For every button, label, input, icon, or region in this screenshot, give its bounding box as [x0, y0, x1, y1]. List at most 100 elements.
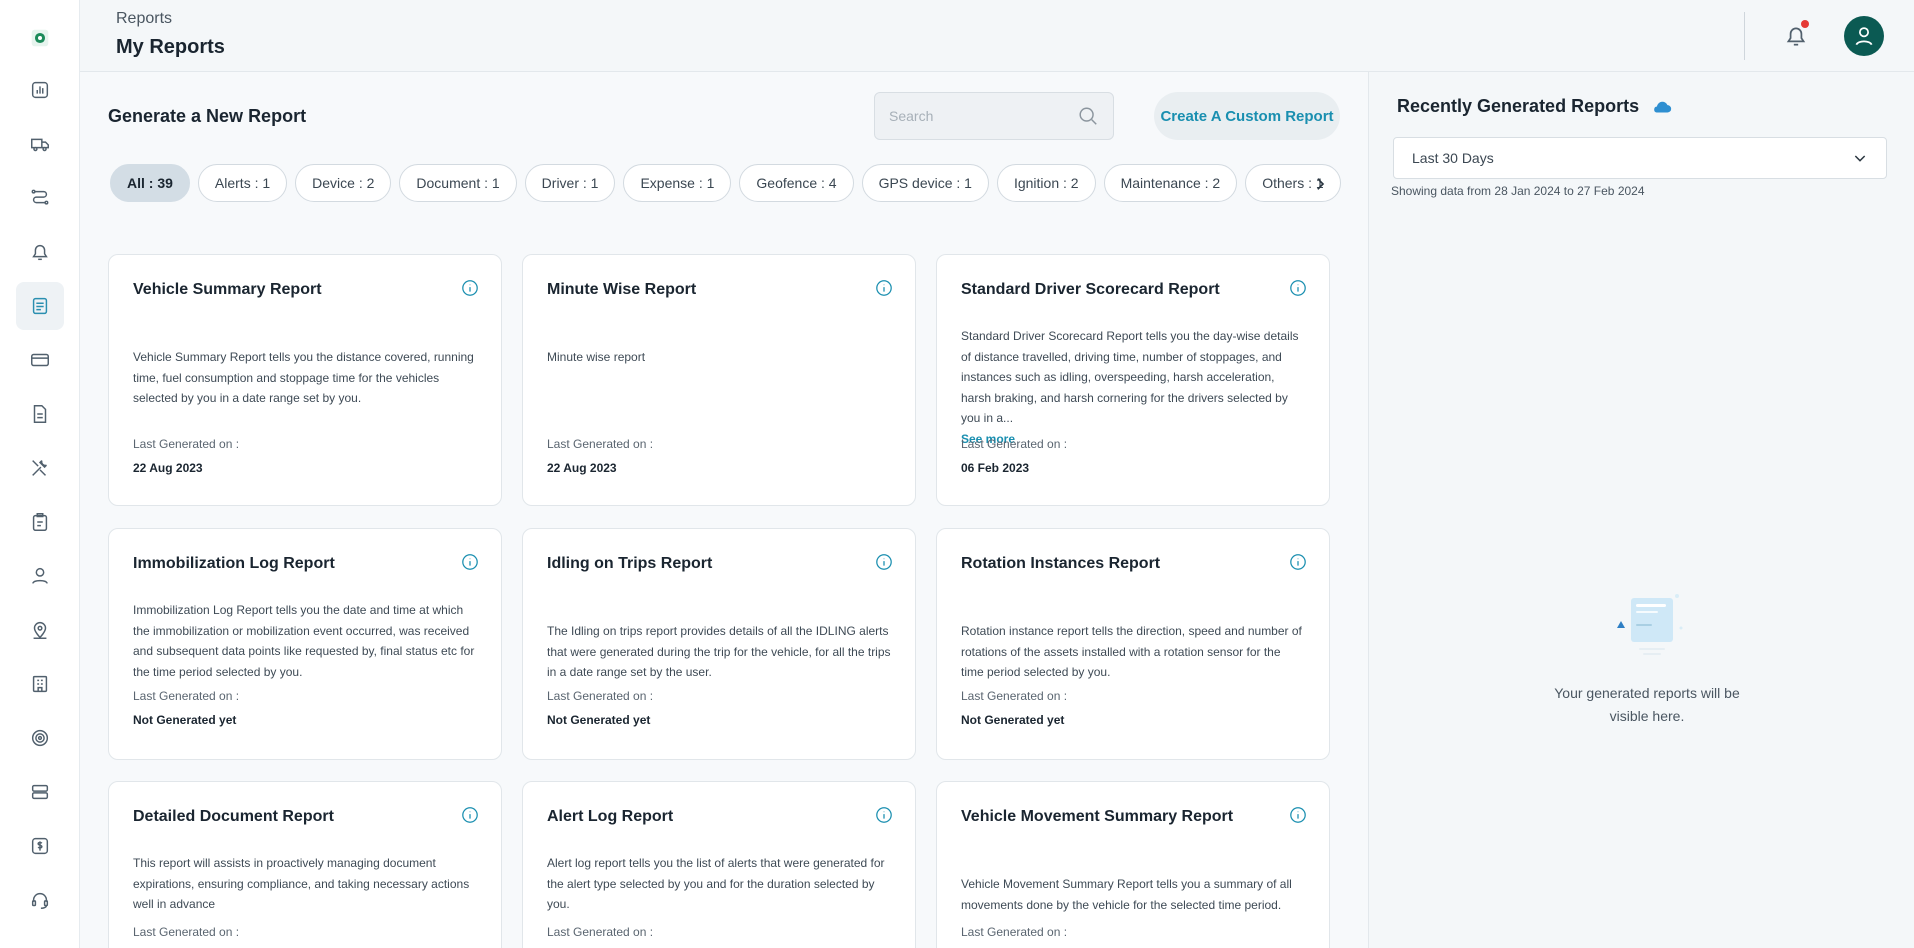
search-input[interactable]	[889, 108, 1077, 124]
card-title: Rotation Instances Report	[961, 555, 1161, 572]
dollar-icon[interactable]	[16, 822, 64, 870]
dashboard-chart-icon[interactable]	[16, 66, 64, 114]
user-icon[interactable]	[16, 552, 64, 600]
last-generated-label: Last Generated on :	[133, 437, 240, 451]
chip-geofence[interactable]: Geofence : 4	[739, 164, 854, 202]
cloud-icon	[1654, 101, 1672, 112]
report-card-vehicle-movement-summary[interactable]: Vehicle Movement Summary Report Vehicle …	[936, 781, 1330, 948]
date-range-value: Last 30 Days	[1412, 150, 1494, 166]
chip-expense[interactable]: Expense : 1	[623, 164, 732, 202]
last-generated-date: 06 Feb 2023	[961, 461, 1030, 475]
report-card-driver-scorecard[interactable]: Standard Driver Scorecard Report Standar…	[936, 254, 1330, 506]
target-icon[interactable]	[16, 714, 64, 762]
search-icon[interactable]	[1077, 105, 1099, 127]
empty-line-2: visible here.	[1609, 708, 1685, 724]
reports-icon[interactable]	[16, 282, 64, 330]
notification-dot	[1801, 20, 1809, 28]
info-icon[interactable]	[875, 279, 893, 297]
report-card-idling-on-trips[interactable]: Idling on Trips Report The Idling on tri…	[522, 528, 916, 760]
clipboard-icon[interactable]	[16, 498, 64, 546]
card-title: Minute Wise Report	[547, 281, 697, 298]
empty-reports-illustration-icon	[1617, 594, 1683, 655]
info-icon[interactable]	[875, 553, 893, 571]
last-generated-date: Not Generated yet	[961, 713, 1065, 727]
info-icon[interactable]	[1289, 279, 1307, 297]
chip-gps-device[interactable]: GPS device : 1	[861, 164, 989, 202]
headset-icon[interactable]	[16, 876, 64, 924]
card-icon[interactable]	[16, 336, 64, 384]
card-title: Immobilization Log Report	[133, 555, 335, 572]
last-generated-date: Not Generated yet	[133, 713, 237, 727]
card-description: Immobilization Log Report tells you the …	[133, 603, 475, 679]
divider	[1744, 12, 1745, 60]
card-title: Alert Log Report	[547, 808, 674, 825]
last-generated-label: Last Generated on :	[133, 925, 240, 939]
location-pin-icon[interactable]	[16, 606, 64, 654]
info-icon[interactable]	[875, 806, 893, 824]
report-card-vehicle-summary[interactable]: Vehicle Summary Report Vehicle Summary R…	[108, 254, 502, 506]
truck-icon[interactable]	[16, 120, 64, 168]
report-card-minute-wise[interactable]: Minute Wise Report Minute wise report La…	[522, 254, 916, 506]
building-icon[interactable]	[16, 660, 64, 708]
card-title: Standard Driver Scorecard Report	[961, 281, 1220, 298]
last-generated-label: Last Generated on :	[961, 925, 1068, 939]
profile-avatar[interactable]	[1844, 16, 1884, 56]
alert-bell-icon[interactable]	[16, 228, 64, 276]
create-custom-report-button[interactable]: Create A Custom Report	[1154, 92, 1340, 140]
report-card-immobilization-log[interactable]: Immobilization Log Report Immobilization…	[108, 528, 502, 760]
recent-reports-header: Recently Generated Reports	[1397, 96, 1673, 117]
card-description-text: Standard Driver Scorecard Report tells y…	[961, 329, 1299, 425]
panel-title: Recently Generated Reports	[1397, 96, 1640, 116]
last-generated-label: Last Generated on :	[547, 437, 654, 451]
category-filter-chips: All : 39 Alerts : 1 Device : 2 Document …	[110, 164, 1341, 202]
breadcrumb[interactable]: Reports	[116, 10, 172, 28]
page-title: My Reports	[116, 36, 225, 58]
route-icon[interactable]	[16, 174, 64, 222]
logo-icon[interactable]	[16, 14, 64, 62]
card-description: Rotation instance report tells the direc…	[961, 624, 1302, 679]
card-title: Vehicle Summary Report	[133, 281, 322, 298]
chevron-right-icon[interactable]	[1306, 170, 1334, 198]
report-card-rotation-instances[interactable]: Rotation Instances Report Rotation insta…	[936, 528, 1330, 760]
card-title: Idling on Trips Report	[547, 555, 713, 572]
document-icon[interactable]	[16, 390, 64, 438]
main-content: Generate a New Report Create A Custom Re…	[80, 72, 1368, 948]
search-box[interactable]	[874, 92, 1114, 140]
date-range-note: Showing data from 28 Jan 2024 to 27 Feb …	[1391, 184, 1645, 198]
date-range-select[interactable]: Last 30 Days	[1393, 137, 1887, 179]
recent-reports-panel: Recently Generated Reports Last 30 Days …	[1368, 72, 1914, 948]
chip-ignition[interactable]: Ignition : 2	[996, 164, 1096, 202]
card-description: This report will assists in proactively …	[133, 856, 470, 911]
report-card-detailed-document[interactable]: Detailed Document Report This report wil…	[108, 781, 502, 948]
info-icon[interactable]	[461, 553, 479, 571]
chevron-down-icon	[1854, 155, 1866, 162]
chip-driver[interactable]: Driver : 1	[524, 164, 616, 202]
tools-icon[interactable]	[16, 444, 64, 492]
section-title: Generate a New Report	[108, 106, 307, 126]
info-icon[interactable]	[1289, 806, 1307, 824]
card-description: Standard Driver Scorecard Report tells y…	[961, 326, 1305, 449]
info-icon[interactable]	[1289, 553, 1307, 571]
card-title: Detailed Document Report	[133, 808, 334, 825]
chip-maintenance[interactable]: Maintenance : 2	[1103, 164, 1238, 202]
info-icon[interactable]	[461, 279, 479, 297]
chip-device[interactable]: Device : 2	[295, 164, 392, 202]
card-description: Vehicle Movement Summary Report tells yo…	[961, 877, 1292, 912]
card-description: The Idling on trips report provides deta…	[547, 624, 891, 679]
card-description: Alert log report tells you the list of a…	[547, 856, 885, 911]
info-icon[interactable]	[461, 806, 479, 824]
last-generated-label: Last Generated on :	[961, 689, 1068, 703]
empty-line-1: Your generated reports will be	[1554, 685, 1740, 701]
last-generated-label: Last Generated on :	[961, 437, 1068, 451]
top-bar: Reports My Reports	[80, 0, 1914, 72]
last-generated-date: 22 Aug 2023	[547, 461, 617, 475]
last-generated-label: Last Generated on :	[547, 925, 654, 939]
chip-document[interactable]: Document : 1	[399, 164, 517, 202]
last-generated-label: Last Generated on :	[133, 689, 240, 703]
report-card-alert-log[interactable]: Alert Log Report Alert log report tells …	[522, 781, 916, 948]
chip-all[interactable]: All : 39	[110, 164, 190, 202]
chip-alerts[interactable]: Alerts : 1	[197, 164, 288, 202]
sidebar	[0, 0, 80, 948]
last-generated-date: 22 Aug 2023	[133, 461, 203, 475]
server-icon[interactable]	[16, 768, 64, 816]
